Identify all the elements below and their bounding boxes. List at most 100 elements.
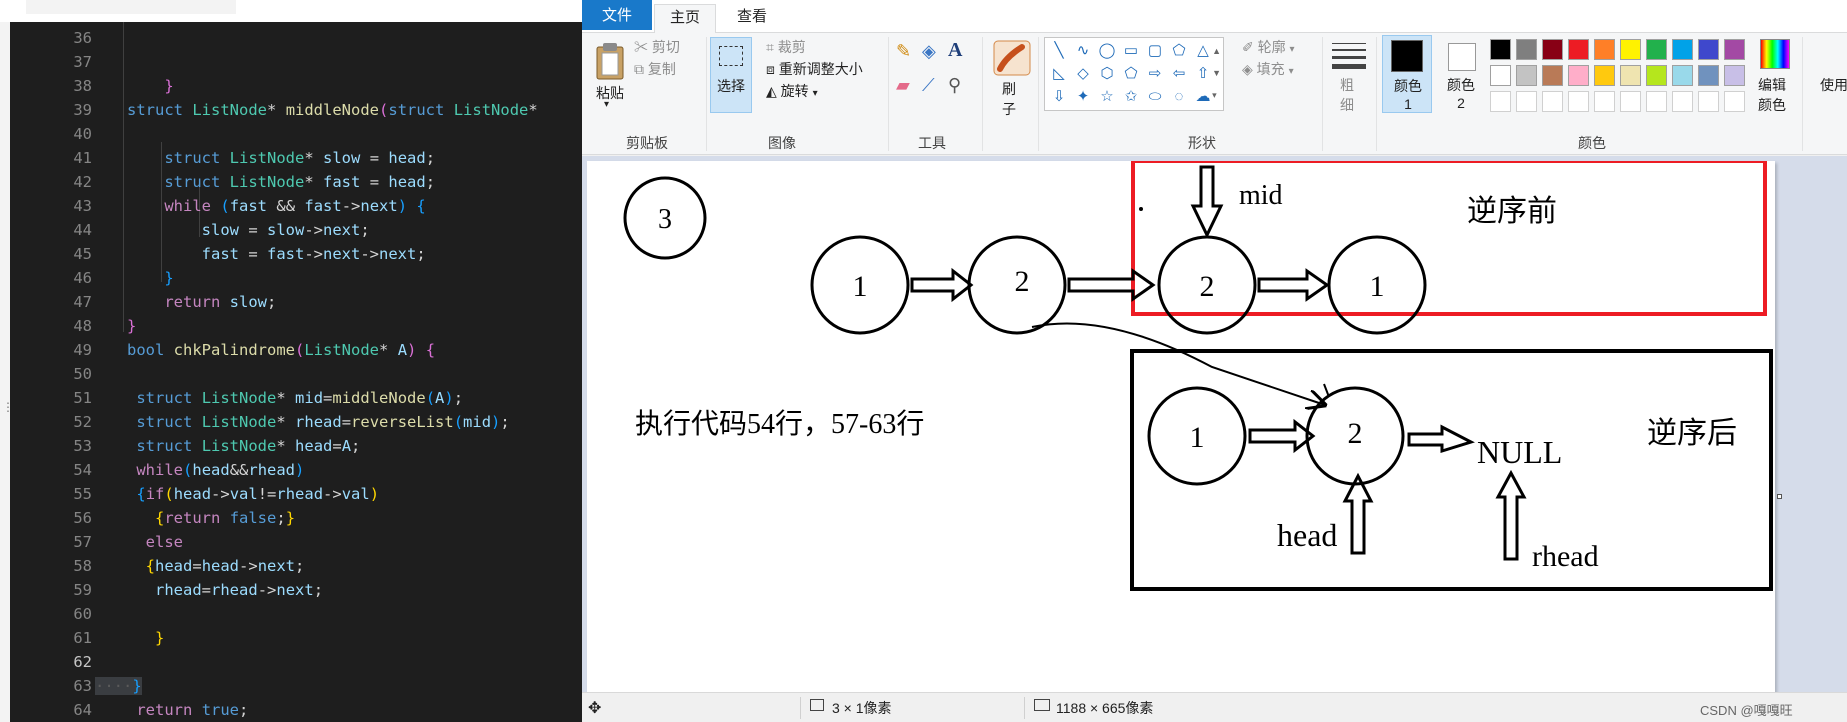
shape-icon[interactable]: ⇧ [1193, 64, 1213, 84]
color-swatch[interactable] [1568, 91, 1589, 112]
code-line[interactable]: 56 {return false;} [10, 506, 582, 530]
canvas-resize-handle[interactable] [1777, 494, 1782, 499]
color1-button[interactable]: 颜色 1 [1382, 35, 1432, 113]
eraser-icon[interactable]: ▰ [896, 75, 910, 96]
code-line[interactable]: 64 return true; [10, 698, 582, 722]
use-3d-button[interactable]: 使用 [1820, 75, 1847, 95]
color-swatch[interactable] [1620, 39, 1641, 60]
color-swatch[interactable] [1490, 39, 1511, 60]
shape-icon[interactable]: △ [1193, 41, 1213, 61]
code-line[interactable]: 58 {head=head->next; [10, 554, 582, 578]
code-line[interactable]: 44 slow = slow->next; [10, 218, 582, 242]
fill-bucket-icon[interactable]: ◈ [922, 41, 936, 62]
tab-file[interactable]: 文件 [582, 0, 652, 30]
code-line[interactable]: 41 struct ListNode* slow = head; [10, 146, 582, 170]
shape-icon[interactable]: ▢ [1145, 41, 1165, 61]
color-swatch[interactable] [1620, 91, 1641, 112]
code-line[interactable]: 60 [10, 602, 582, 626]
shape-icon[interactable]: ⬠ [1121, 64, 1141, 84]
code-line[interactable]: 39 struct ListNode* middleNode(struct Lis… [10, 98, 582, 122]
shape-icon[interactable]: ⇩ [1049, 87, 1069, 107]
tab-view[interactable]: 查看 [722, 4, 782, 33]
code-line[interactable]: 59 rhead=rhead->next; [10, 578, 582, 602]
shape-icon[interactable]: ◇ [1073, 64, 1093, 84]
code-line[interactable]: 62 [10, 650, 582, 674]
color-swatch[interactable] [1724, 65, 1745, 86]
shape-icon[interactable]: ◺ [1049, 64, 1069, 84]
color-swatch[interactable] [1490, 65, 1511, 86]
code-line[interactable]: 47 return slow; [10, 290, 582, 314]
color-swatch[interactable] [1620, 65, 1641, 86]
color-swatch[interactable] [1542, 91, 1563, 112]
code-line[interactable]: 50 [10, 362, 582, 386]
code-line[interactable]: 51 struct ListNode* mid=middleNode(A); [10, 386, 582, 410]
code-line[interactable]: 57 else [10, 530, 582, 554]
code-line[interactable]: 53 struct ListNode* head=A; [10, 434, 582, 458]
text-tool-icon[interactable]: A [948, 39, 962, 62]
color-swatch[interactable] [1594, 65, 1615, 86]
shape-icon[interactable]: ⬭ [1145, 87, 1165, 107]
code-editor[interactable]: 36 37 38 } 39 struct ListNode* middleNode(st… [10, 22, 582, 722]
shape-icon[interactable]: ╲ [1049, 41, 1069, 61]
color-swatch[interactable] [1490, 91, 1511, 112]
code-line[interactable]: 43 while (fast && fast->next) { [10, 194, 582, 218]
color-swatch[interactable] [1516, 39, 1537, 60]
code-line[interactable]: 48} [10, 314, 582, 338]
shape-icon[interactable]: ☆ [1097, 87, 1117, 107]
shape-icon[interactable]: ✩ [1121, 87, 1141, 107]
code-line[interactable]: 54 while(head&&rhead) [10, 458, 582, 482]
code-line[interactable]: 36 [10, 26, 582, 50]
color-swatch[interactable] [1698, 65, 1719, 86]
color-swatch[interactable] [1542, 39, 1563, 60]
fill-button[interactable]: ◈ 填充 ▾ [1242, 59, 1294, 79]
color-swatch[interactable] [1646, 39, 1667, 60]
code-line[interactable]: 38 } [10, 74, 582, 98]
code-line[interactable]: 42 struct ListNode* fast = head; [10, 170, 582, 194]
color2-button[interactable]: 颜色 2 [1438, 35, 1484, 113]
select-button[interactable]: 选择 [710, 37, 752, 113]
size-button[interactable]: 粗细 [1328, 37, 1370, 121]
color-swatch[interactable] [1724, 91, 1745, 112]
code-line[interactable]: 55 {if(head->val!=rhead->val) [10, 482, 582, 506]
color-swatch[interactable] [1698, 39, 1719, 60]
color-swatch[interactable] [1672, 39, 1693, 60]
drawing-canvas[interactable]: 3 1 2 2 1 mid 逆序前 1 2 NULL head rhead 逆序… [587, 161, 1775, 698]
edit-colors-button[interactable]: 编辑颜色 [1752, 35, 1798, 113]
color-swatch[interactable] [1516, 65, 1537, 86]
shape-icon[interactable]: ◯ [1097, 41, 1117, 61]
paste-button[interactable]: 粘贴 ▾ [590, 37, 632, 121]
color-swatch[interactable] [1672, 65, 1693, 86]
shape-icon[interactable]: ✦ [1073, 87, 1093, 107]
shape-icon[interactable]: ☁ [1193, 87, 1213, 107]
shapes-gallery[interactable]: ╲ ∿ ◯ ▭ ▢ ⬠ △ ◺ ◇ ⬡ ⬠ ⇨ ⇦ ⇧ ⇩ ✦ ☆ ✩ ⬭ ◌ ☁ ▲ ▼ ▾ [1044, 37, 1224, 111]
resize-button[interactable]: ⧈ 重新调整大小 [766, 59, 863, 79]
color-swatch[interactable] [1646, 65, 1667, 86]
code-line[interactable]: 37 [10, 50, 582, 74]
color-swatch[interactable] [1646, 91, 1667, 112]
code-line[interactable]: 45 fast = fast->next->next; [10, 242, 582, 266]
pencil-icon[interactable]: ✎ [896, 41, 911, 62]
code-line[interactable]: 52 struct ListNode* rhead=reverseList(mi… [10, 410, 582, 434]
color-swatch[interactable] [1672, 91, 1693, 112]
color-swatch[interactable] [1698, 91, 1719, 112]
color-swatch[interactable] [1516, 91, 1537, 112]
rotate-button[interactable]: ◭ 旋转 ▾ [766, 81, 818, 101]
shape-icon[interactable]: ▭ [1121, 41, 1141, 61]
code-line[interactable]: 40 [10, 122, 582, 146]
shape-icon[interactable]: ⇨ [1145, 64, 1165, 84]
shape-icon[interactable]: ⬡ [1097, 64, 1117, 84]
color-swatch[interactable] [1594, 39, 1615, 60]
tab-home[interactable]: 主页 [654, 4, 716, 34]
crop-button[interactable]: ⌗ 裁剪 [766, 37, 806, 57]
color-swatch[interactable] [1568, 65, 1589, 86]
shape-icon[interactable]: ⬠ [1169, 41, 1189, 61]
code-line[interactable]: 49 bool chkPalindrome(ListNode* A) { [10, 338, 582, 362]
color-swatch[interactable] [1542, 65, 1563, 86]
gallery-scroll-icon[interactable]: ▲ ▼ ▾ [1212, 40, 1221, 106]
code-line[interactable]: 61 } [10, 626, 582, 650]
brush-button[interactable]: 刷子 [990, 37, 1034, 121]
shape-icon[interactable]: ⇦ [1169, 64, 1189, 84]
shape-icon[interactable]: ◌ [1169, 87, 1189, 107]
shape-icon[interactable]: ∿ [1073, 41, 1093, 61]
color-swatch[interactable] [1594, 91, 1615, 112]
